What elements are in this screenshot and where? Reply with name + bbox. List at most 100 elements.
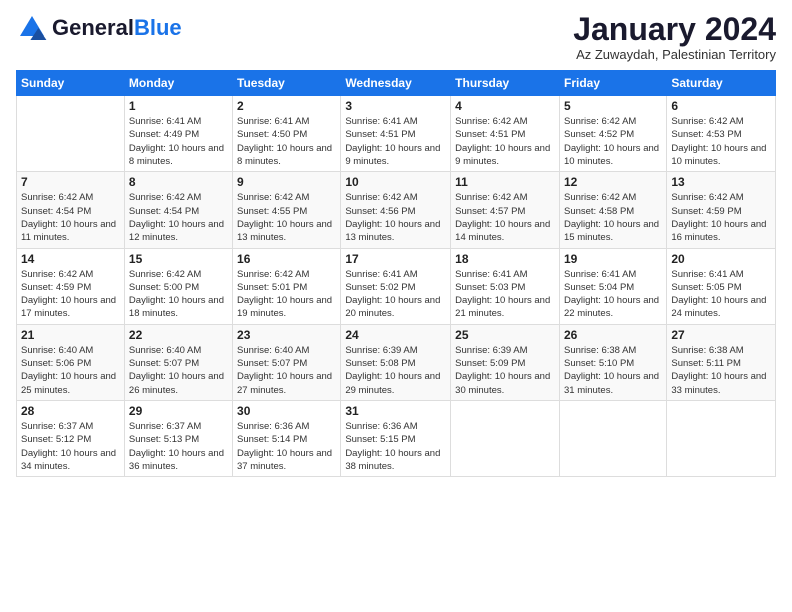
day-info: Sunrise: 6:42 AMSunset: 4:51 PMDaylight:… [455, 115, 555, 168]
day-number: 8 [129, 175, 228, 189]
day-number: 9 [237, 175, 336, 189]
day-info: Sunrise: 6:41 AMSunset: 5:02 PMDaylight:… [345, 268, 446, 321]
calendar-cell [667, 400, 776, 476]
calendar-cell: 12 Sunrise: 6:42 AMSunset: 4:58 PMDayligh… [559, 172, 666, 248]
calendar-week-1: 1 Sunrise: 6:41 AMSunset: 4:49 PMDaylight… [17, 96, 776, 172]
day-info: Sunrise: 6:38 AMSunset: 5:10 PMDaylight:… [564, 344, 662, 397]
calendar-cell: 11Sunrise: 6:42 AMSunset: 4:57 PMDayligh… [451, 172, 560, 248]
calendar-cell: 13Sunrise: 6:42 AMSunset: 4:59 PMDayligh… [667, 172, 776, 248]
calendar-cell: 14 Sunrise: 6:42 AMSunset: 4:59 PMDayligh… [17, 248, 125, 324]
day-info: Sunrise: 6:41 AMSunset: 5:04 PMDaylight:… [564, 268, 662, 321]
day-info: Sunrise: 6:37 AMSunset: 5:12 PMDaylight:… [21, 420, 120, 473]
day-number: 25 [455, 328, 555, 342]
day-info: Sunrise: 6:40 AMSunset: 5:06 PMDaylight:… [21, 344, 120, 397]
calendar-cell: 20 Sunrise: 6:41 AMSunset: 5:05 PMDayligh… [667, 248, 776, 324]
day-number: 15 [129, 252, 228, 266]
day-info: Sunrise: 6:39 AMSunset: 5:09 PMDaylight:… [455, 344, 555, 397]
calendar-cell: 29 Sunrise: 6:37 AMSunset: 5:13 PMDayligh… [124, 400, 232, 476]
day-header-wednesday: Wednesday [341, 71, 451, 96]
calendar-cell: 17 Sunrise: 6:41 AMSunset: 5:02 PMDayligh… [341, 248, 451, 324]
day-number: 29 [129, 404, 228, 418]
day-info: Sunrise: 6:42 AMSunset: 4:59 PMDaylight:… [21, 268, 120, 321]
day-info: Sunrise: 6:42 AMSunset: 4:53 PMDaylight:… [671, 115, 771, 168]
day-info: Sunrise: 6:41 AMSunset: 4:51 PMDaylight:… [345, 115, 446, 168]
calendar-cell: 28 Sunrise: 6:37 AMSunset: 5:12 PMDayligh… [17, 400, 125, 476]
day-number: 24 [345, 328, 446, 342]
day-number: 13 [671, 175, 771, 189]
day-info: Sunrise: 6:42 AMSunset: 5:00 PMDaylight:… [129, 268, 228, 321]
day-number: 11 [455, 175, 555, 189]
calendar-cell [559, 400, 666, 476]
day-number: 30 [237, 404, 336, 418]
day-number: 6 [671, 99, 771, 113]
calendar-cell: 19 Sunrise: 6:41 AMSunset: 5:04 PMDayligh… [559, 248, 666, 324]
calendar-cell: 15 Sunrise: 6:42 AMSunset: 5:00 PMDayligh… [124, 248, 232, 324]
day-info: Sunrise: 6:42 AMSunset: 4:58 PMDaylight:… [564, 191, 662, 244]
logo-icon [16, 12, 48, 44]
day-number: 20 [671, 252, 771, 266]
calendar-cell: 3 Sunrise: 6:41 AMSunset: 4:51 PMDaylight… [341, 96, 451, 172]
month-title: January 2024 [573, 12, 776, 47]
day-info: Sunrise: 6:40 AMSunset: 5:07 PMDaylight:… [237, 344, 336, 397]
calendar-cell: 24 Sunrise: 6:39 AMSunset: 5:08 PMDayligh… [341, 324, 451, 400]
calendar-cell: 18Sunrise: 6:41 AMSunset: 5:03 PMDayligh… [451, 248, 560, 324]
day-number: 22 [129, 328, 228, 342]
day-info: Sunrise: 6:42 AMSunset: 4:54 PMDaylight:… [129, 191, 228, 244]
calendar-cell: 26 Sunrise: 6:38 AMSunset: 5:10 PMDayligh… [559, 324, 666, 400]
day-number: 28 [21, 404, 120, 418]
calendar-cell: 6 Sunrise: 6:42 AMSunset: 4:53 PMDaylight… [667, 96, 776, 172]
calendar-cell: 30Sunrise: 6:36 AMSunset: 5:14 PMDayligh… [233, 400, 341, 476]
day-number: 3 [345, 99, 446, 113]
location-subtitle: Az Zuwaydah, Palestinian Territory [573, 47, 776, 62]
calendar-cell: 27Sunrise: 6:38 AMSunset: 5:11 PMDayligh… [667, 324, 776, 400]
calendar-body: 1 Sunrise: 6:41 AMSunset: 4:49 PMDaylight… [17, 96, 776, 477]
day-number: 19 [564, 252, 662, 266]
day-info: Sunrise: 6:42 AMSunset: 4:54 PMDaylight:… [21, 191, 120, 244]
calendar-week-5: 28 Sunrise: 6:37 AMSunset: 5:12 PMDayligh… [17, 400, 776, 476]
day-info: Sunrise: 6:39 AMSunset: 5:08 PMDaylight:… [345, 344, 446, 397]
day-number: 27 [671, 328, 771, 342]
logo: GeneralBlue [16, 12, 182, 44]
day-info: Sunrise: 6:37 AMSunset: 5:13 PMDaylight:… [129, 420, 228, 473]
calendar-cell: 1 Sunrise: 6:41 AMSunset: 4:49 PMDaylight… [124, 96, 232, 172]
calendar-header-row: SundayMondayTuesdayWednesdayThursdayFrid… [17, 71, 776, 96]
calendar-cell: 7 Sunrise: 6:42 AMSunset: 4:54 PMDaylight… [17, 172, 125, 248]
day-number: 2 [237, 99, 336, 113]
day-info: Sunrise: 6:42 AMSunset: 4:56 PMDaylight:… [345, 191, 446, 244]
day-number: 21 [21, 328, 120, 342]
calendar-cell [451, 400, 560, 476]
day-info: Sunrise: 6:41 AMSunset: 4:50 PMDaylight:… [237, 115, 336, 168]
day-number: 14 [21, 252, 120, 266]
title-block: January 2024 Az Zuwaydah, Palestinian Te… [573, 12, 776, 62]
day-number: 26 [564, 328, 662, 342]
day-number: 1 [129, 99, 228, 113]
day-number: 7 [21, 175, 120, 189]
calendar-week-3: 14 Sunrise: 6:42 AMSunset: 4:59 PMDayligh… [17, 248, 776, 324]
day-number: 17 [345, 252, 446, 266]
day-info: Sunrise: 6:41 AMSunset: 5:03 PMDaylight:… [455, 268, 555, 321]
calendar-cell: 25 Sunrise: 6:39 AMSunset: 5:09 PMDayligh… [451, 324, 560, 400]
day-header-thursday: Thursday [451, 71, 560, 96]
day-header-saturday: Saturday [667, 71, 776, 96]
logo-text: GeneralBlue [52, 17, 182, 39]
page: GeneralBlue January 2024 Az Zuwaydah, Pa… [0, 0, 792, 489]
day-header-friday: Friday [559, 71, 666, 96]
day-header-tuesday: Tuesday [233, 71, 341, 96]
day-number: 12 [564, 175, 662, 189]
day-number: 4 [455, 99, 555, 113]
calendar-cell: 21 Sunrise: 6:40 AMSunset: 5:06 PMDayligh… [17, 324, 125, 400]
day-info: Sunrise: 6:40 AMSunset: 5:07 PMDaylight:… [129, 344, 228, 397]
day-header-sunday: Sunday [17, 71, 125, 96]
calendar-cell: 9 Sunrise: 6:42 AMSunset: 4:55 PMDaylight… [233, 172, 341, 248]
day-info: Sunrise: 6:41 AMSunset: 5:05 PMDaylight:… [671, 268, 771, 321]
calendar-cell: 4 Sunrise: 6:42 AMSunset: 4:51 PMDaylight… [451, 96, 560, 172]
calendar-week-2: 7 Sunrise: 6:42 AMSunset: 4:54 PMDaylight… [17, 172, 776, 248]
day-number: 16 [237, 252, 336, 266]
calendar-cell [17, 96, 125, 172]
calendar-cell: 16Sunrise: 6:42 AMSunset: 5:01 PMDayligh… [233, 248, 341, 324]
day-info: Sunrise: 6:41 AMSunset: 4:49 PMDaylight:… [129, 115, 228, 168]
day-info: Sunrise: 6:42 AMSunset: 4:55 PMDaylight:… [237, 191, 336, 244]
day-info: Sunrise: 6:42 AMSunset: 4:52 PMDaylight:… [564, 115, 662, 168]
day-number: 31 [345, 404, 446, 418]
day-number: 5 [564, 99, 662, 113]
